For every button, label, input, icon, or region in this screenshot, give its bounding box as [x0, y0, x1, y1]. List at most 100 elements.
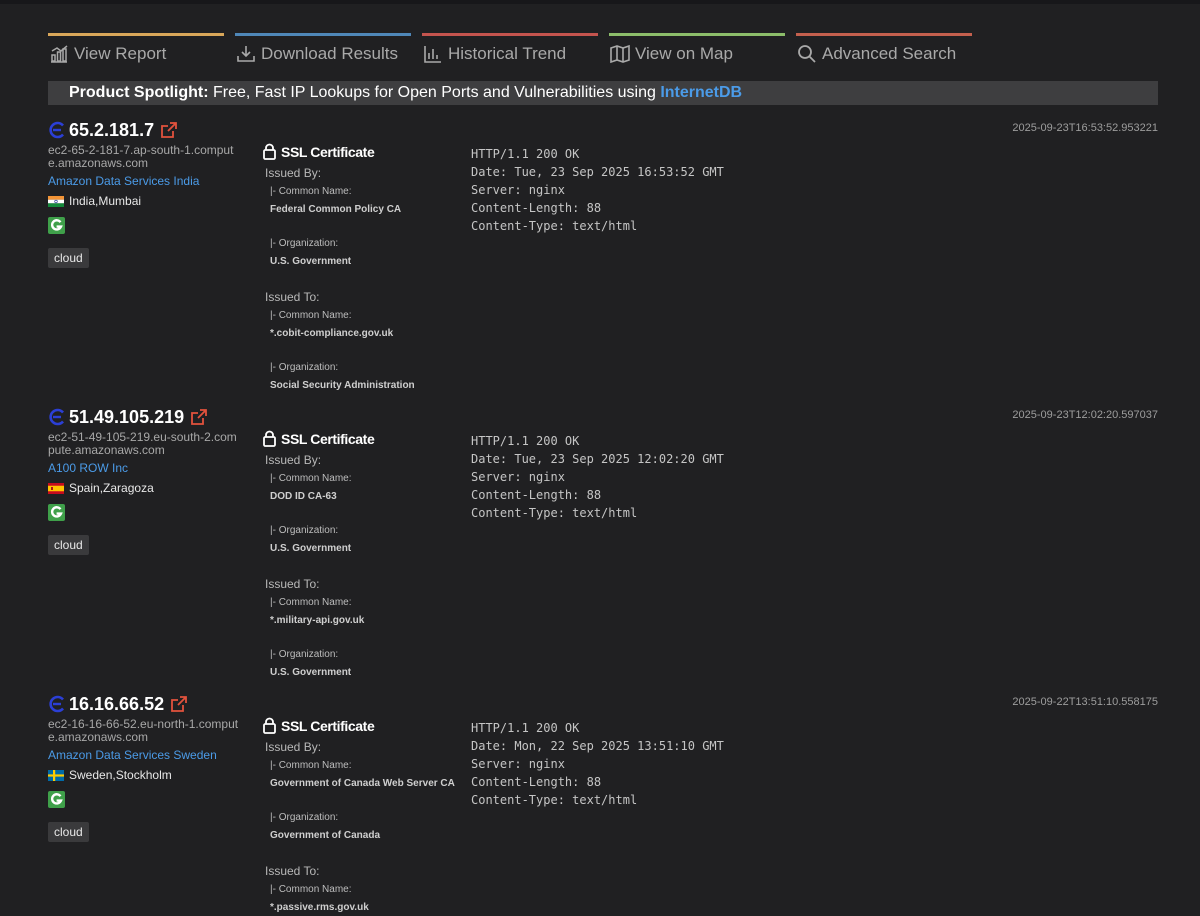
- http-line: Date: Tue, 23 Sep 2025 16:53:52 GMT: [471, 165, 724, 179]
- ssl-certificate: SSL Certificate Issued By: |- Common Nam…: [262, 143, 462, 394]
- product-spotlight-banner: Product Spotlight: Free, Fast IP Lookups…: [48, 81, 1158, 105]
- nav-label: Historical Trend: [448, 44, 567, 63]
- issued-to-label: Issued To:: [265, 864, 320, 878]
- common-name-label: |- Common Name:: [270, 884, 352, 895]
- country: India: [69, 194, 96, 208]
- location: India, Mumbai: [48, 194, 243, 208]
- issuer-common-name: Government of Canada Web Server CA: [270, 778, 455, 789]
- issued-to-label: Issued To:: [265, 577, 320, 591]
- ip-address[interactable]: 51.49.105.219: [69, 407, 184, 428]
- external-link-icon[interactable]: [190, 408, 208, 426]
- external-link-icon[interactable]: [160, 121, 178, 139]
- nav-view-report[interactable]: View Report: [48, 33, 224, 64]
- http-line: Content-Length: 88: [471, 775, 602, 789]
- green-g-icon: [48, 217, 65, 234]
- country: Sweden: [69, 768, 113, 782]
- common-name-label: |- Common Name:: [270, 760, 352, 771]
- subject-common-name: *.cobit-compliance.gov.uk: [270, 328, 394, 339]
- lock-icon: [263, 717, 276, 734]
- nav-label: View on Map: [635, 44, 733, 63]
- map-icon: [609, 44, 631, 64]
- timestamp: 2025-09-23T16:53:52.953221: [1012, 122, 1158, 134]
- ip-address[interactable]: 65.2.181.7: [69, 120, 154, 141]
- issued-by-label: Issued By:: [265, 453, 322, 467]
- trend-chart-icon: [422, 44, 444, 64]
- organization-label: |- Organization:: [270, 525, 339, 536]
- spotlight-label: Product Spotlight:: [69, 84, 209, 101]
- organization-link[interactable]: A100 ROW Inc: [48, 460, 243, 476]
- http-line: Content-Length: 88: [471, 488, 602, 502]
- http-line: HTTP/1.1 200 OK: [471, 147, 580, 161]
- organization-link[interactable]: Amazon Data Services India: [48, 173, 243, 189]
- timestamp: 2025-09-22T13:51:10.558175: [1012, 696, 1158, 708]
- city: Zaragoza: [103, 481, 154, 495]
- issued-by-label: Issued By:: [265, 166, 322, 180]
- download-icon: [235, 44, 257, 64]
- issuer-organization: Government of Canada: [270, 830, 381, 841]
- ssl-title-text: SSL Certificate: [281, 430, 375, 447]
- ssl-title-text: SSL Certificate: [281, 717, 375, 734]
- green-g-icon: [48, 791, 65, 808]
- ip-address[interactable]: 16.16.66.52: [69, 694, 164, 715]
- lock-icon: [263, 143, 276, 160]
- http-line: Date: Tue, 23 Sep 2025 12:02:20 GMT: [471, 452, 724, 466]
- hostname: ec2-65-2-181-7.ap-south-1.compute.amazon…: [48, 143, 234, 170]
- host-summary: 16.16.66.52 ec2-16-16-66-52.eu-north-1.c…: [48, 692, 243, 842]
- nav-historical-trend[interactable]: Historical Trend: [422, 33, 598, 64]
- http-response: HTTP/1.1 200 OK Date: Tue, 23 Sep 2025 12…: [471, 432, 724, 522]
- provider-logo-icon: [48, 121, 66, 139]
- result-item: 51.49.105.219 ec2-51-49-105-219.eu-south…: [48, 405, 1158, 678]
- ssl-certificate: SSL Certificate Issued By: |- Common Nam…: [262, 717, 462, 916]
- host-summary: 65.2.181.7 ec2-65-2-181-7.ap-south-1.com…: [48, 118, 243, 268]
- ssl-title: SSL Certificate: [262, 430, 462, 447]
- http-response: HTTP/1.1 200 OK Date: Mon, 22 Sep 2025 13…: [471, 719, 724, 809]
- http-line: Server: nginx: [471, 470, 565, 484]
- http-line: Server: nginx: [471, 757, 565, 771]
- subject-organization: U.S. Government: [270, 667, 352, 678]
- ssl-title: SSL Certificate: [262, 143, 462, 160]
- issuer-common-name: Federal Common Policy CA: [270, 204, 402, 215]
- country: Spain: [69, 481, 100, 495]
- timestamp: 2025-09-23T12:02:20.597037: [1012, 409, 1158, 421]
- bar-chart-icon: [48, 44, 70, 64]
- host-summary: 51.49.105.219 ec2-51-49-105-219.eu-south…: [48, 405, 243, 555]
- spain-flag-icon: [48, 482, 64, 494]
- subject-common-name: *.passive.rms.gov.uk: [270, 902, 369, 913]
- sweden-flag-icon: [48, 769, 64, 781]
- nav-download-results[interactable]: Download Results: [235, 33, 411, 64]
- organization-label: |- Organization:: [270, 649, 339, 660]
- ssl-title-text: SSL Certificate: [281, 143, 375, 160]
- external-link-icon[interactable]: [170, 695, 188, 713]
- provider-logo-icon: [48, 695, 66, 713]
- organization-label: |- Organization:: [270, 238, 339, 249]
- tag-cloud[interactable]: cloud: [48, 248, 89, 268]
- organization-link[interactable]: Amazon Data Services Sweden: [48, 747, 243, 763]
- provider-logo-icon: [48, 408, 66, 426]
- common-name-label: |- Common Name:: [270, 597, 352, 608]
- http-line: Date: Mon, 22 Sep 2025 13:51:10 GMT: [471, 739, 724, 753]
- http-line: HTTP/1.1 200 OK: [471, 434, 580, 448]
- top-border: [0, 0, 1200, 4]
- organization-label: |- Organization:: [270, 362, 339, 373]
- nav-bar: View Report Download Results Historical …: [48, 33, 983, 64]
- issuer-common-name: DOD ID CA-63: [270, 491, 337, 502]
- location: Sweden, Stockholm: [48, 768, 243, 782]
- nav-label: Download Results: [261, 44, 399, 63]
- city: Stockholm: [115, 768, 172, 782]
- http-line: HTTP/1.1 200 OK: [471, 721, 580, 735]
- ssl-certificate: SSL Certificate Issued By: |- Common Nam…: [262, 430, 462, 681]
- tag-cloud[interactable]: cloud: [48, 822, 89, 842]
- nav-view-on-map[interactable]: View on Map: [609, 33, 785, 64]
- result-item: 16.16.66.52 ec2-16-16-66-52.eu-north-1.c…: [48, 692, 1158, 913]
- http-line: Server: nginx: [471, 183, 565, 197]
- internetdb-link[interactable]: InternetDB: [660, 84, 742, 101]
- spotlight-text: Free, Fast IP Lookups for Open Ports and…: [208, 84, 661, 101]
- search-icon: [796, 44, 818, 64]
- http-line: Content-Type: text/html: [471, 219, 638, 233]
- nav-advanced-search[interactable]: Advanced Search: [796, 33, 972, 64]
- tag-cloud[interactable]: cloud: [48, 535, 89, 555]
- issuer-organization: U.S. Government: [270, 256, 352, 267]
- http-line: Content-Length: 88: [471, 201, 602, 215]
- common-name-label: |- Common Name:: [270, 186, 352, 197]
- hostname: ec2-51-49-105-219.eu-south-2.compute.ama…: [48, 430, 237, 457]
